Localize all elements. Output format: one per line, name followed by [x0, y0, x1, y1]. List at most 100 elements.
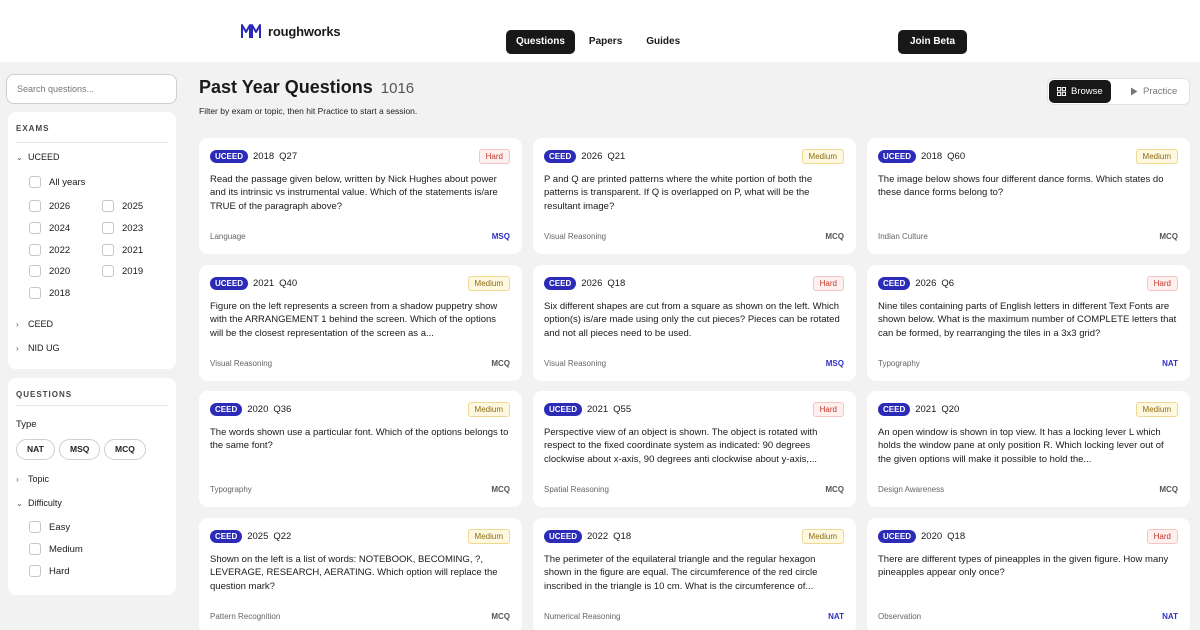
- card-header: UCEED 2018 Q27: [210, 150, 297, 163]
- card-question-number: Q55: [613, 404, 632, 415]
- topic-label: Spatial Reasoning: [544, 485, 609, 494]
- type-mcq-chip[interactable]: MCQ: [104, 439, 146, 460]
- question-type: MSQ: [825, 359, 844, 368]
- question-card[interactable]: CEED 2026 Q6 Hard Nine tiles containing part…: [867, 265, 1190, 381]
- nav-guides[interactable]: Guides: [636, 30, 690, 54]
- card-question-number: Q40: [279, 278, 298, 289]
- topic-group[interactable]: › Topic: [16, 474, 49, 484]
- browse-button[interactable]: Browse: [1049, 80, 1111, 103]
- checkbox[interactable]: [29, 521, 41, 533]
- year-2020-checkbox[interactable]: 2020: [29, 265, 70, 277]
- card-header: UCEED 2018 Q60: [878, 150, 965, 163]
- question-card[interactable]: UCEED 2021 Q55 Hard Perspective view of an o…: [533, 391, 856, 507]
- card-year: 2021: [915, 404, 937, 415]
- card-year: 2022: [587, 531, 609, 542]
- checkbox[interactable]: [29, 244, 41, 256]
- exam-group-nid-ug[interactable]: › NID UG: [16, 343, 60, 353]
- question-card[interactable]: CEED 2021 Q20 Medium An open window is shown…: [867, 391, 1190, 507]
- difficulty-easy-checkbox[interactable]: Easy: [29, 521, 70, 533]
- card-header: CEED 2026 Q6: [878, 277, 954, 290]
- card-year: 2026: [915, 278, 937, 289]
- question-text: There are different types of pineapples …: [878, 554, 1169, 579]
- logo-icon: [241, 24, 261, 38]
- checkbox-label: Hard: [49, 565, 70, 577]
- exam-group-uceed[interactable]: ⌄ UCEED: [16, 152, 60, 162]
- checkbox[interactable]: [102, 200, 114, 212]
- nav-papers[interactable]: Papers: [579, 30, 632, 54]
- question-card[interactable]: UCEED 2018 Q60 Medium The image below shows …: [867, 138, 1190, 254]
- checkbox[interactable]: [29, 543, 41, 555]
- checkbox[interactable]: [102, 265, 114, 277]
- year-2019-checkbox[interactable]: 2019: [102, 265, 143, 277]
- checkbox[interactable]: [29, 265, 41, 277]
- topic-label: Visual Reasoning: [544, 359, 607, 368]
- exam-group-label: NID UG: [28, 343, 60, 353]
- chevron-right-icon: ›: [16, 343, 19, 353]
- search-input[interactable]: [6, 74, 177, 104]
- checkbox-label: 2024: [49, 222, 71, 234]
- question-card[interactable]: UCEED 2022 Q18 Medium The perimeter of the e…: [533, 518, 856, 630]
- difficulty-badge: Medium: [1135, 149, 1178, 164]
- card-question-number: Q21: [607, 151, 626, 162]
- checkbox[interactable]: [29, 287, 41, 299]
- difficulty-group[interactable]: ⌄ Difficulty: [16, 498, 62, 508]
- type-label: Type: [16, 419, 37, 430]
- checkbox[interactable]: [29, 222, 41, 234]
- year-2025-checkbox[interactable]: 2025: [102, 200, 143, 212]
- card-question-number: Q20: [941, 404, 960, 415]
- topic-label: Language: [210, 232, 246, 241]
- question-card[interactable]: UCEED 2018 Q27 Hard Read the passage given b…: [199, 138, 522, 254]
- question-text: Six different shapes are cut from a squa…: [544, 301, 840, 339]
- exam-badge: UCEED: [878, 530, 917, 543]
- checkbox[interactable]: [102, 222, 114, 234]
- question-type: MCQ: [1159, 232, 1178, 241]
- topic-label: Typography: [210, 485, 252, 494]
- exam-group-ceed[interactable]: › CEED: [16, 319, 53, 329]
- chevron-down-icon: ⌄: [16, 498, 23, 508]
- type-msq-chip[interactable]: MSQ: [59, 439, 101, 460]
- question-card[interactable]: UCEED 2020 Q18 Hard There are different type…: [867, 518, 1190, 630]
- exam-group-label: UCEED: [28, 152, 60, 162]
- checkbox[interactable]: [29, 176, 41, 188]
- checkbox[interactable]: [29, 565, 41, 577]
- difficulty-hard-checkbox[interactable]: Hard: [29, 565, 70, 577]
- checkbox-label: Medium: [49, 543, 83, 555]
- difficulty-badge: Hard: [1146, 276, 1178, 291]
- question-card[interactable]: UCEED 2021 Q40 Medium Figure on the left rep…: [199, 265, 522, 381]
- topic-label: Visual Reasoning: [210, 359, 273, 368]
- checkbox[interactable]: [29, 200, 41, 212]
- question-card[interactable]: CEED 2026 Q18 Hard Six different shapes are …: [533, 265, 856, 381]
- card-question-number: Q18: [607, 278, 626, 289]
- brand-logo[interactable]: roughworks: [241, 23, 341, 39]
- top-nav-bar: roughworks Questions Papers Guides Join …: [0, 0, 1200, 62]
- card-header: CEED 2026 Q21: [544, 150, 625, 163]
- question-text: The image below shows four different dan…: [878, 174, 1164, 199]
- difficulty-badge: Medium: [467, 529, 510, 544]
- question-card[interactable]: CEED 2025 Q22 Medium Shown on the left is a …: [199, 518, 522, 630]
- checkbox-label: 2023: [122, 222, 144, 234]
- card-header: UCEED 2021 Q40: [210, 277, 297, 290]
- question-card[interactable]: CEED 2026 Q21 Medium P and Q are printed pat…: [533, 138, 856, 254]
- type-nat-chip[interactable]: NAT: [16, 439, 55, 460]
- difficulty-badge: Medium: [467, 402, 510, 417]
- year-2023-checkbox[interactable]: 2023: [102, 222, 143, 234]
- year-2026-checkbox[interactable]: 2026: [29, 200, 70, 212]
- question-count: 1016: [380, 80, 415, 97]
- year-all-checkbox[interactable]: All years: [29, 176, 85, 188]
- exam-badge: CEED: [544, 277, 577, 290]
- difficulty-medium-checkbox[interactable]: Medium: [29, 543, 83, 555]
- checkbox-label: 2018: [49, 287, 71, 299]
- year-2022-checkbox[interactable]: 2022: [29, 244, 70, 256]
- practice-button[interactable]: Practice: [1122, 80, 1185, 103]
- nav-questions[interactable]: Questions: [506, 30, 575, 54]
- difficulty-label: Difficulty: [28, 498, 62, 508]
- join-beta-button[interactable]: Join Beta: [898, 30, 968, 54]
- card-question-number: Q6: [941, 278, 955, 289]
- year-2018-checkbox[interactable]: 2018: [29, 287, 70, 299]
- checkbox[interactable]: [102, 244, 114, 256]
- page-heading: Past Year Questions: [199, 77, 373, 97]
- card-question-number: Q36: [273, 404, 292, 415]
- year-2021-checkbox[interactable]: 2021: [102, 244, 143, 256]
- year-2024-checkbox[interactable]: 2024: [29, 222, 70, 234]
- question-card[interactable]: CEED 2020 Q36 Medium The words shown use a p…: [199, 391, 522, 507]
